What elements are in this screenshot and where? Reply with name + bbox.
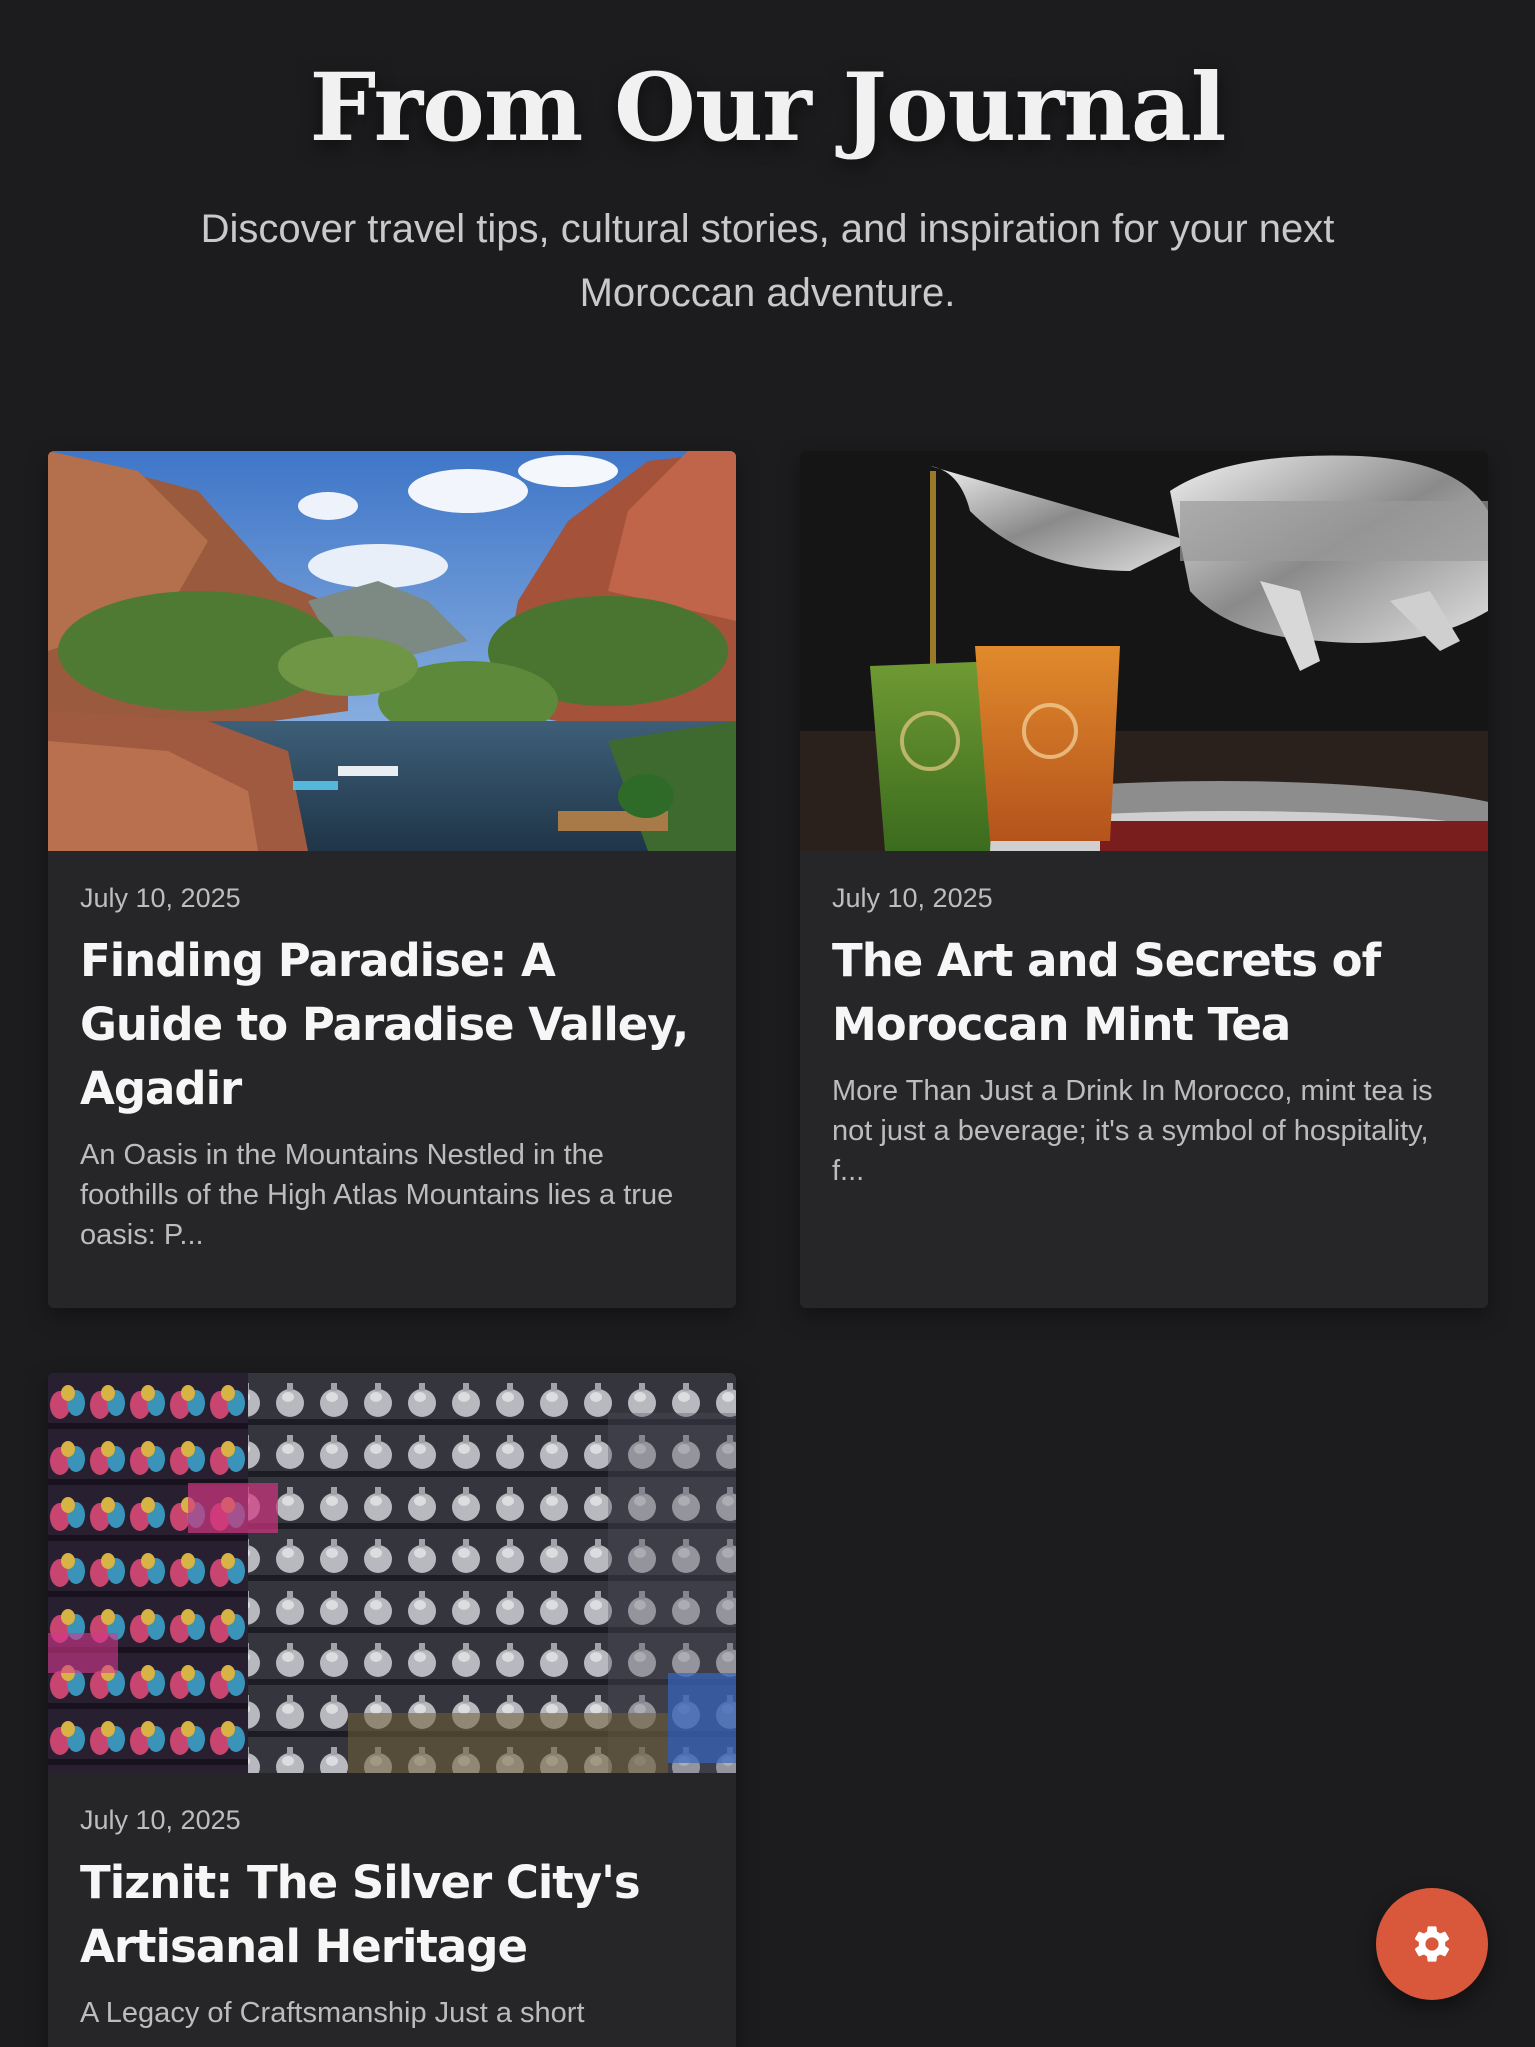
post-excerpt: A Legacy of Craftsmanship Just a short bbox=[80, 1997, 585, 2029]
post-title[interactable]: The Art and Secrets of Moroccan Mint Tea bbox=[832, 929, 1456, 1057]
settings-button[interactable] bbox=[1376, 1888, 1488, 2000]
post-date: July 10, 2025 bbox=[80, 1805, 241, 1835]
mint-tea-image bbox=[800, 451, 1488, 851]
post-title[interactable]: Finding Paradise: A Guide to Paradise Va… bbox=[80, 929, 704, 1121]
card-body: July 10, 2025 Tiznit: The Silver City's … bbox=[48, 1773, 736, 2047]
gear-icon bbox=[1414, 1926, 1450, 1962]
paradise-valley-image bbox=[48, 451, 736, 851]
post-date: July 10, 2025 bbox=[80, 883, 241, 913]
blog-card[interactable]: July 10, 2025 The Art and Secrets of Mor… bbox=[800, 451, 1488, 1308]
post-excerpt: An Oasis in the Mountains Nestled in the… bbox=[80, 1139, 674, 1251]
card-body: July 10, 2025 The Art and Secrets of Mor… bbox=[800, 851, 1488, 1225]
post-date: July 10, 2025 bbox=[832, 883, 993, 913]
page-subtitle: Discover travel tips, cultural stories, … bbox=[200, 207, 1335, 315]
post-excerpt: More Than Just a Drink In Morocco, mint … bbox=[832, 1075, 1433, 1187]
blog-card[interactable]: July 10, 2025 Finding Paradise: A Guide … bbox=[48, 451, 736, 1308]
blog-card[interactable]: July 10, 2025 Tiznit: The Silver City's … bbox=[48, 1373, 736, 2047]
post-title[interactable]: Tiznit: The Silver City's Artisanal Heri… bbox=[80, 1851, 704, 1979]
silver-shop-image bbox=[48, 1373, 736, 1773]
card-body: July 10, 2025 Finding Paradise: A Guide … bbox=[48, 851, 736, 1289]
page-title: From Our Journal bbox=[309, 53, 1227, 163]
